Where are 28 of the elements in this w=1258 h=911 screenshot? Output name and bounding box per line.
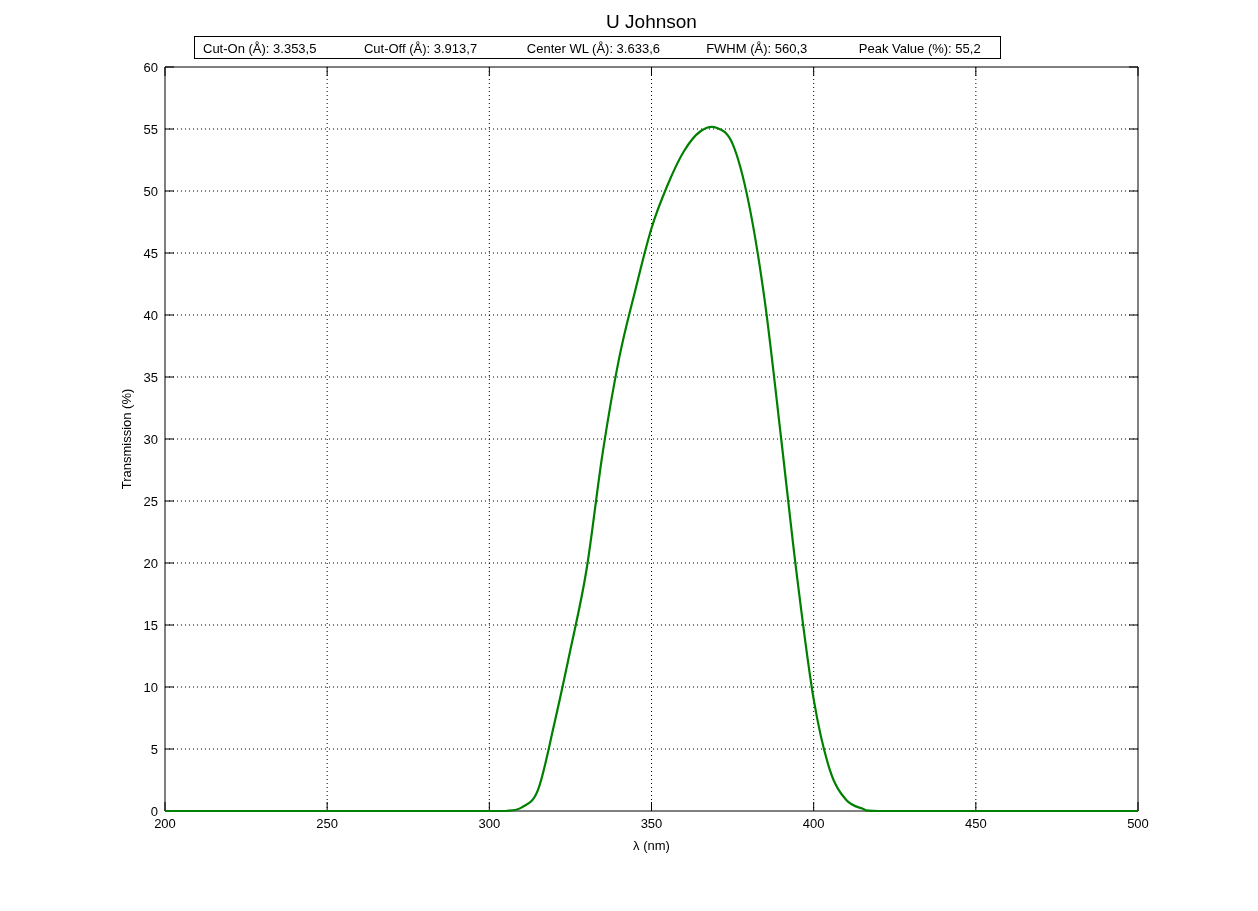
x-tick-label: 450 — [965, 816, 987, 831]
x-tick-label: 400 — [802, 816, 825, 831]
annotation-text: Cut-Off (Å): 3.913,7 — [363, 41, 478, 56]
y-tick-label: 10 — [143, 680, 158, 695]
y-tick-label: 25 — [143, 494, 158, 509]
y-tick-label: 20 — [143, 556, 158, 571]
y-tick-label: 60 — [143, 60, 158, 75]
annotation-text: FWHM (Å): 560,3 — [706, 41, 808, 56]
x-tick-label: 350 — [640, 816, 663, 831]
y-tick-label: 40 — [143, 308, 158, 323]
y-tick-label: 55 — [143, 122, 158, 137]
y-tick-label: 0 — [150, 804, 158, 819]
annotation-text: Cut-On (Å): 3.353,5 — [203, 41, 317, 56]
y-axis-label: Transmission (%) — [119, 388, 134, 490]
y-tick-label: 50 — [143, 184, 158, 199]
x-tick-label: 200 — [154, 816, 176, 831]
annotation-text: Peak Value (%): 55,2 — [858, 41, 981, 56]
y-tick-label: 5 — [150, 742, 158, 757]
chart-title: U Johnson — [606, 11, 697, 32]
x-tick-label: 300 — [478, 816, 501, 831]
x-tick-label: 500 — [1127, 816, 1149, 831]
x-axis-label: λ (nm) — [633, 838, 670, 853]
annotation-text: Center WL (Å): 3.633,6 — [526, 41, 660, 56]
y-tick-label: 15 — [143, 618, 158, 633]
x-tick-label: 250 — [316, 816, 338, 831]
y-tick-label: 35 — [143, 370, 158, 385]
y-tick-label: 30 — [143, 432, 158, 447]
y-tick-label: 45 — [143, 246, 158, 261]
